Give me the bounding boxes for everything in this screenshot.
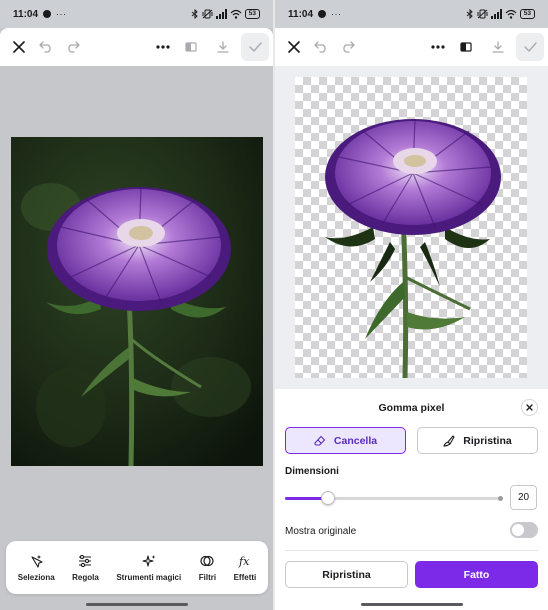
flower-photo-image (11, 137, 263, 466)
status-time: 11:04 (13, 8, 39, 20)
sheet-close-button[interactable] (521, 399, 538, 416)
restore-mode-label: Ripristina (463, 434, 512, 447)
tool-select[interactable]: Seleziona (18, 554, 55, 582)
download-icon (217, 41, 229, 53)
tool-adjust-label: Regola (72, 572, 99, 582)
home-indicator (360, 603, 463, 606)
size-slider-thumb[interactable] (320, 491, 335, 505)
confirm-button[interactable] (516, 33, 544, 61)
brush-icon (443, 434, 455, 447)
editor-panel-eraser: 11:04 ··· 53 Gomma pixel Cancella Ripris… (275, 0, 548, 610)
sparkle-cursor-icon (31, 554, 43, 568)
battery-icon: 53 (519, 9, 535, 19)
download-button[interactable] (210, 28, 236, 66)
undo-icon (314, 41, 326, 53)
undo-button[interactable] (33, 28, 59, 66)
status-more-icon: ··· (331, 9, 342, 19)
transparent-background (295, 77, 527, 378)
show-original-toggle[interactable] (510, 522, 538, 538)
size-slider[interactable] (285, 491, 503, 505)
compare-icon (185, 42, 197, 52)
editing-canvas[interactable] (275, 66, 548, 389)
tool-effects-label: Effetti (233, 572, 257, 582)
flower-cutout-image (325, 118, 501, 378)
compare-button[interactable] (178, 28, 204, 66)
compare-icon (460, 42, 472, 52)
editor-toolbar (0, 28, 273, 66)
status-icons: 53 (466, 9, 535, 19)
status-time: 11:04 (288, 8, 314, 20)
confirm-button[interactable] (241, 33, 269, 61)
tool-effects[interactable]: fx Effetti (234, 554, 257, 582)
download-icon (492, 41, 504, 53)
status-bar: 11:04 ··· 53 (0, 0, 273, 28)
tool-filters-label: Filtri (198, 572, 217, 582)
vibrate-icon (202, 9, 213, 19)
undo-icon (39, 41, 51, 53)
telegram-icon (43, 10, 52, 18)
eraser-icon (314, 435, 325, 446)
close-icon (526, 404, 533, 411)
restore-mode-button[interactable]: Ripristina (417, 427, 538, 454)
tool-filters[interactable]: Filtri (199, 554, 216, 582)
close-icon (13, 41, 25, 53)
show-original-label: Mostra originale (285, 526, 357, 537)
undo-button[interactable] (308, 28, 334, 66)
filter-circles-icon (200, 555, 215, 566)
close-button[interactable] (281, 28, 307, 66)
reset-button[interactable]: Ripristina (285, 561, 408, 588)
more-icon (156, 45, 170, 49)
status-icons: 53 (191, 9, 260, 19)
redo-button[interactable] (60, 28, 86, 66)
battery-icon: 53 (244, 9, 260, 19)
more-button[interactable] (150, 28, 176, 66)
check-icon (248, 42, 262, 52)
close-button[interactable] (6, 28, 32, 66)
wifi-icon (230, 9, 242, 19)
redo-icon (68, 41, 80, 53)
divider (285, 550, 538, 551)
bluetooth-icon (191, 9, 198, 19)
vibrate-icon (477, 9, 488, 19)
done-button[interactable]: Fatto (415, 561, 538, 588)
pixel-eraser-sheet: Gomma pixel Cancella Ripristina Dimensio… (275, 389, 548, 610)
erase-mode-button[interactable]: Cancella (285, 427, 406, 454)
close-icon (288, 41, 300, 53)
original-photo[interactable] (11, 137, 263, 466)
redo-button[interactable] (335, 28, 361, 66)
tool-adjust[interactable]: Regola (72, 554, 99, 582)
size-label: Dimensioni (285, 466, 339, 477)
download-button[interactable] (485, 28, 511, 66)
erase-mode-label: Cancella (333, 434, 378, 447)
bluetooth-icon (466, 9, 473, 19)
telegram-icon (318, 10, 327, 18)
sliders-icon (79, 554, 92, 567)
more-icon (431, 45, 445, 49)
size-value-field[interactable]: 20 (510, 485, 537, 510)
toggle-knob (512, 524, 524, 536)
editor-panel-original: 11:04 ··· 53 Seleziona Regola Strumenti … (0, 0, 273, 610)
status-more-icon: ··· (56, 9, 67, 19)
compare-button[interactable] (453, 28, 479, 66)
editor-toolbar (275, 28, 548, 66)
home-indicator (85, 603, 188, 606)
sheet-title: Gomma pixel (378, 402, 445, 414)
check-icon (523, 42, 537, 52)
fx-icon: fx (238, 555, 250, 568)
tool-magic-label: Strumenti magici (116, 572, 182, 582)
tool-select-label: Seleziona (17, 572, 55, 582)
wifi-icon (505, 9, 517, 19)
more-button[interactable] (425, 28, 451, 66)
redo-icon (343, 41, 355, 53)
svg-text:fx: fx (238, 555, 250, 568)
magic-sparkles-icon (142, 554, 156, 567)
status-bar: 11:04 ··· 53 (275, 0, 548, 28)
signal-icon (215, 9, 227, 19)
size-slider-end (498, 496, 503, 501)
tool-magic[interactable]: Strumenti magici (116, 554, 181, 582)
signal-icon (490, 9, 502, 19)
bottom-tools-bar: Seleziona Regola Strumenti magici Filtri… (6, 541, 268, 594)
